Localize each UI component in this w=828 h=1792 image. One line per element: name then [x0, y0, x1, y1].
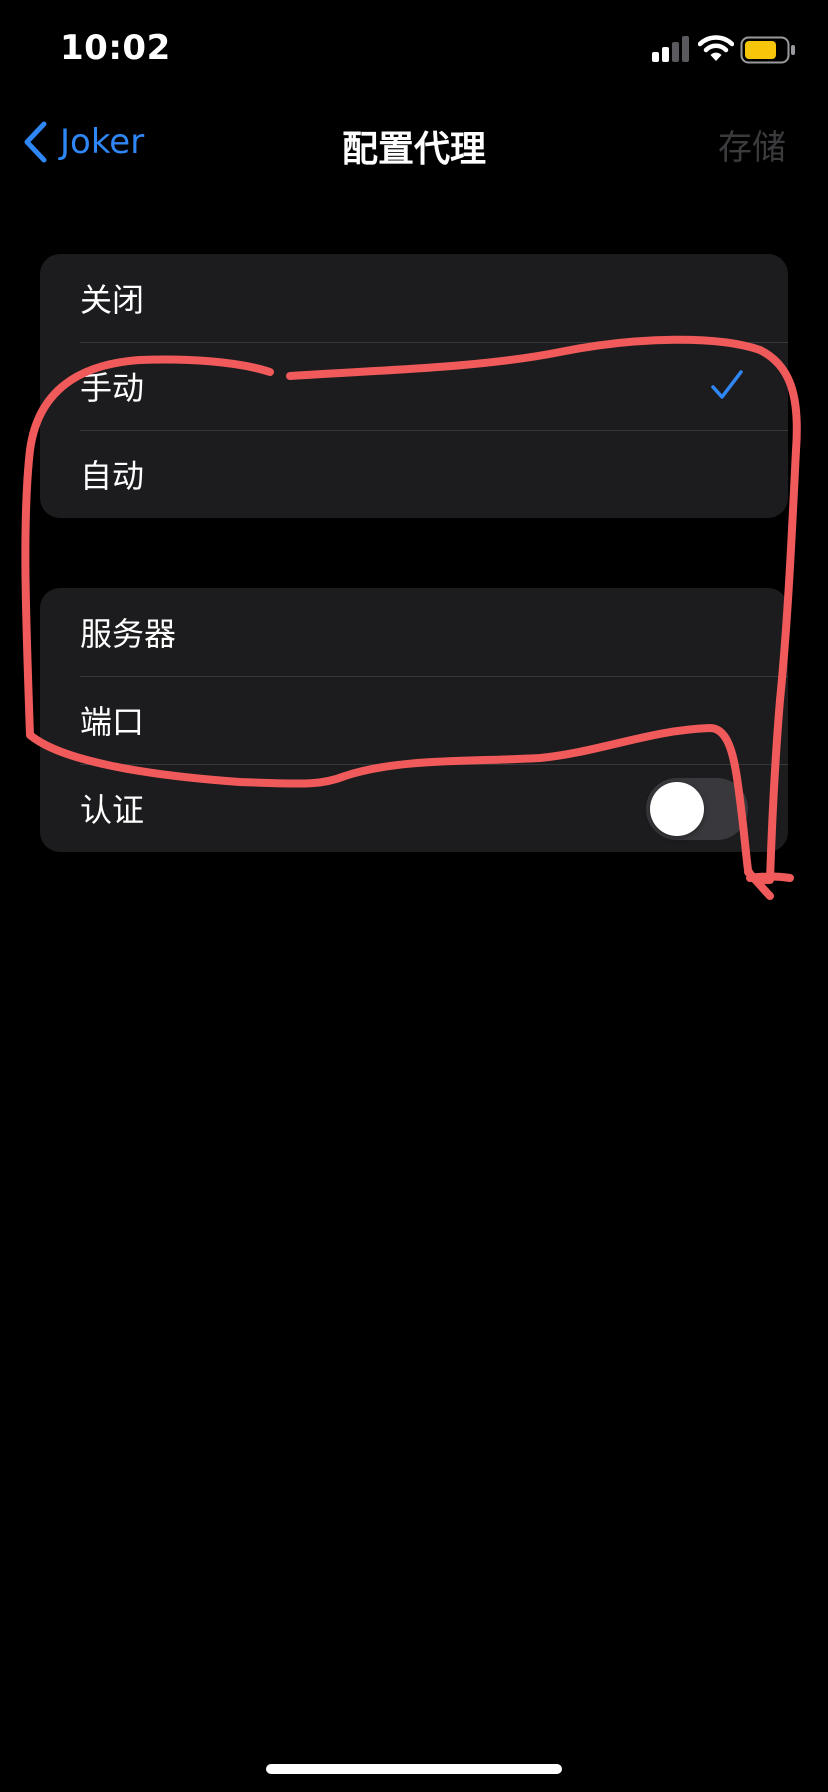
page-title: 配置代理	[341, 129, 486, 170]
authentication-label: 认证	[80, 791, 145, 829]
server-settings-group: 服务器 端口 认证	[40, 588, 788, 852]
mode-option-manual[interactable]: 手动	[40, 342, 788, 430]
battery-icon	[740, 36, 795, 64]
home-indicator[interactable]	[266, 1764, 562, 1774]
mode-option-label: 关闭	[80, 281, 145, 319]
server-label: 服务器	[80, 615, 177, 653]
wifi-icon	[698, 35, 734, 61]
cellular-signal-icon	[652, 36, 689, 62]
mode-option-off[interactable]: 关闭	[40, 254, 788, 342]
mode-option-auto[interactable]: 自动	[40, 430, 788, 518]
navigation-bar: Joker 配置代理 存储	[0, 100, 828, 180]
mode-option-label: 手动	[80, 369, 145, 407]
status-time: 10:02	[60, 28, 171, 68]
toggle-knob	[650, 782, 704, 836]
port-field[interactable]: 端口	[40, 676, 788, 764]
port-label: 端口	[80, 703, 145, 741]
authentication-toggle[interactable]	[646, 778, 748, 840]
authentication-row: 认证	[40, 764, 788, 852]
mode-option-label: 自动	[80, 457, 145, 495]
status-bar: 10:02	[0, 0, 828, 100]
save-button[interactable]: 存储	[718, 120, 786, 169]
server-field[interactable]: 服务器	[40, 588, 788, 676]
checkmark-icon	[711, 370, 743, 399]
proxy-mode-group: 关闭 手动 自动	[40, 254, 788, 518]
